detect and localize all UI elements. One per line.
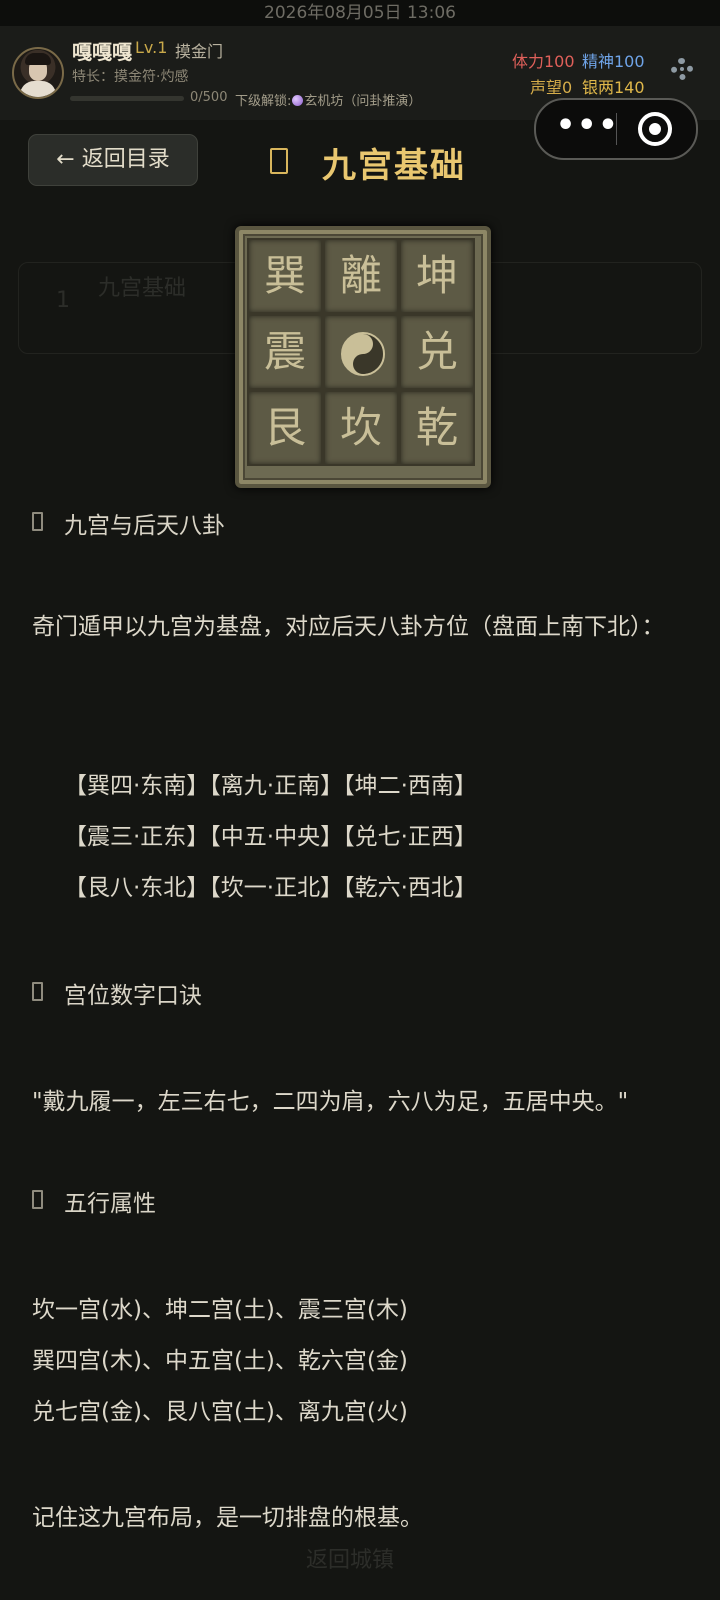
seal-cell: 兑 — [399, 314, 475, 390]
player-name: 嘎嘎嘎 — [72, 40, 132, 64]
player-sect: 摸金门 — [175, 42, 224, 61]
avatar[interactable] — [12, 47, 64, 99]
seal-center-cell — [323, 314, 399, 390]
section-marker-icon — [32, 1190, 43, 1209]
yin-yang-icon — [341, 332, 385, 376]
next-unlock-prefix: 下级解锁: — [235, 94, 292, 109]
page-title: 九宫基础 — [322, 146, 466, 186]
seal-cell: 坤 — [399, 238, 475, 314]
ghost-card-badge: 1 — [56, 288, 70, 313]
miniprogram-capsule: ••• — [534, 98, 698, 160]
section-intro: 奇门遁甲以九宫为基盘，对应后天八卦方位（盘面上南下北）： — [32, 614, 665, 640]
verse-text: "戴九履一，左三右七，二四为肩，六八为足，五居中央。" — [32, 1089, 629, 1115]
nine-palace-seal-image: 巽 離 坤 震 兑 艮 坎 乾 — [235, 226, 491, 488]
status-bar: 2026年08月05日 13:06 — [0, 0, 720, 26]
spirit-stat: 精神100 — [582, 52, 645, 71]
next-unlock: 下级解锁: 玄机坊（问卦推演） — [235, 90, 421, 109]
ghost-card-title: 九宫基础 — [98, 276, 187, 301]
seal-cell: 艮 — [247, 390, 323, 466]
five-elements-line: 巽四宫(木)、中五宫(土)、乾六宫(金) — [32, 1348, 408, 1374]
back-to-catalog-button[interactable]: ← 返回目录 — [28, 134, 198, 186]
close-target-icon[interactable] — [638, 112, 672, 146]
gear-icon[interactable] — [671, 58, 693, 80]
section-marker-icon — [32, 982, 43, 1001]
next-unlock-target: 玄机坊（问卦推演） — [304, 94, 422, 109]
scroll-icon — [270, 148, 288, 174]
seal-cell: 巽 — [247, 238, 323, 314]
seal-cell: 震 — [247, 314, 323, 390]
seal-cell: 乾 — [399, 390, 475, 466]
palace-row: 【震三·正东】【中五·中央】【兑七·正西】 — [64, 824, 477, 850]
status-datetime: 2026年08月05日 13:06 — [264, 3, 456, 23]
xp-text: 0/500 — [190, 90, 228, 105]
section-marker-icon — [32, 512, 43, 531]
stamina-stat: 体力100 — [512, 52, 575, 71]
section-heading: 五行属性 — [64, 1191, 156, 1217]
ghost-return-town-button: 返回城镇 — [306, 1548, 395, 1573]
seal-cell: 坎 — [323, 390, 399, 466]
player-level: Lv.1 — [135, 38, 168, 57]
palace-row: 【艮八·东北】【坎一·正北】【乾六·西北】 — [64, 875, 477, 901]
more-menu-button[interactable]: ••• — [556, 100, 618, 158]
xp-progress-bar — [70, 96, 184, 101]
section-heading: 宫位数字口诀 — [64, 983, 202, 1009]
section-heading: 九宫与后天八卦 — [64, 513, 225, 539]
five-elements-line: 坎一宫(水)、坤二宫(土)、震三宫(木) — [32, 1297, 408, 1323]
five-elements-line: 兑七宫(金)、艮八宫(土)、离九宫(火) — [32, 1399, 408, 1425]
silver-stat: 银两140 — [582, 78, 645, 97]
seal-cell: 離 — [323, 238, 399, 314]
reputation-stat: 声望0 — [530, 78, 573, 97]
crystal-ball-icon — [292, 95, 304, 106]
player-specialty: 特长：摸金符·灼感 — [72, 69, 189, 85]
palace-row: 【巽四·东南】【离九·正南】【坤二·西南】 — [64, 773, 477, 799]
closing-text: 记住这九宫布局，是一切排盘的根基。 — [32, 1505, 423, 1531]
